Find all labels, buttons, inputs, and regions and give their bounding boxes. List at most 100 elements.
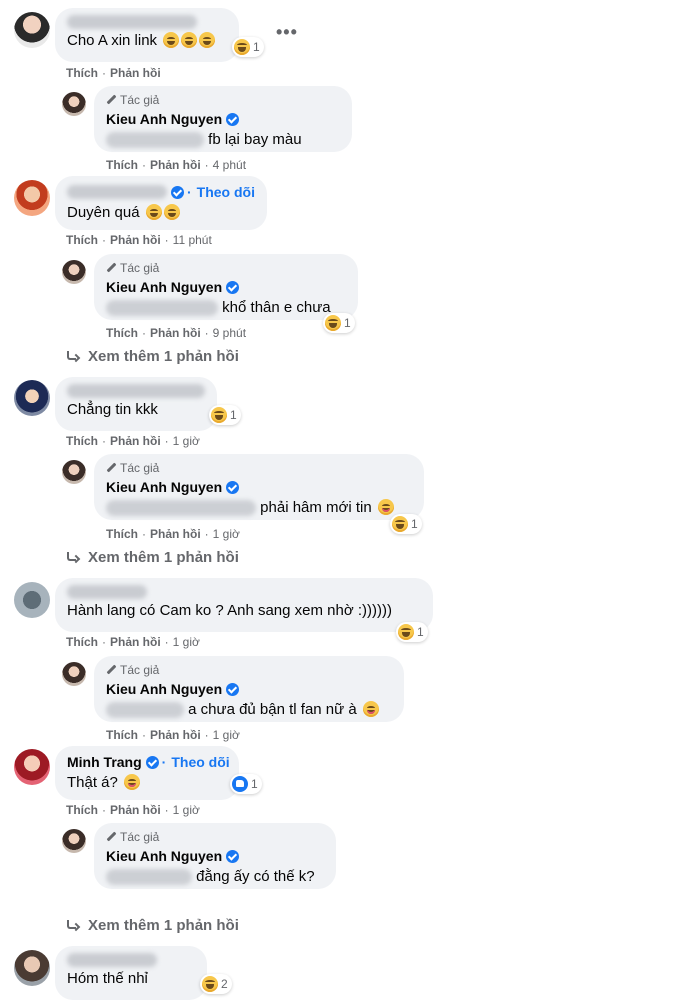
avatar[interactable]: [14, 749, 50, 785]
comment-text: Hóm thế nhỉ: [67, 970, 148, 987]
comment-bubble: Cho A xin link: [55, 8, 239, 62]
avatar[interactable]: [14, 380, 50, 416]
timestamp[interactable]: 11 phút: [173, 233, 212, 247]
redacted-name: [67, 953, 157, 967]
author-name[interactable]: Kieu Anh Nguyen: [106, 110, 222, 128]
like-button[interactable]: Thích: [106, 527, 138, 541]
tongue-emoji-icon: [362, 701, 379, 717]
see-more-replies[interactable]: Xem thêm 1 phản hồi: [66, 917, 239, 934]
pen-icon: [106, 463, 116, 473]
smile-emoji-icon: [181, 32, 198, 48]
author-name[interactable]: Kieu Anh Nguyen: [106, 478, 222, 496]
redacted-mention: [106, 869, 192, 886]
comment-text: Duyên quá: [67, 204, 140, 221]
avatar[interactable]: [62, 460, 86, 484]
timestamp[interactable]: 9 phút: [213, 326, 246, 340]
redacted-mention: [106, 500, 256, 517]
reply-bubble: Tác giả Kieu Anh Nguyen khổ thân e chưa: [94, 254, 358, 320]
avatar[interactable]: [14, 180, 50, 216]
comment-actions: Thích · Phản hồi · 1 giờ: [106, 527, 240, 541]
see-more-replies[interactable]: Xem thêm 1 phản hồi: [66, 348, 239, 365]
avatar[interactable]: [14, 950, 50, 986]
like-button[interactable]: Thích: [66, 66, 98, 80]
like-button[interactable]: Thích: [66, 635, 98, 649]
author-name[interactable]: Minh Trang: [67, 753, 142, 771]
author-name[interactable]: Kieu Anh Nguyen: [106, 680, 222, 698]
redacted-mention: [106, 132, 204, 149]
redacted-name: [67, 384, 205, 398]
reply-button[interactable]: Phản hồi: [110, 434, 161, 448]
reply-bubble: Tác giả Kieu Anh Nguyen phải hâm mới tin: [94, 454, 424, 520]
follow-button[interactable]: Theo dõi: [197, 183, 255, 201]
like-button[interactable]: Thích: [106, 728, 138, 742]
reply-arrow-icon: [66, 350, 80, 363]
timestamp[interactable]: 1 giờ: [213, 728, 240, 742]
see-more-replies[interactable]: Xem thêm 1 phản hồi: [66, 549, 239, 566]
comment-text: Hành lang có Cam ko ? Anh sang xem nhờ :…: [67, 602, 392, 619]
author-name[interactable]: Kieu Anh Nguyen: [106, 847, 222, 865]
redacted-mention: [106, 702, 184, 719]
reply-button[interactable]: Phản hồi: [150, 728, 201, 742]
smile-emoji-icon: [163, 204, 180, 220]
avatar[interactable]: [62, 92, 86, 116]
reply-button[interactable]: Phản hồi: [110, 635, 161, 649]
comment-bubble: Hành lang có Cam ko ? Anh sang xem nhờ :…: [55, 578, 433, 632]
like-button[interactable]: Thích: [66, 434, 98, 448]
smile-emoji-icon: [199, 32, 216, 48]
haha-reaction-icon: [202, 976, 218, 992]
reply-bubble: Tác giả Kieu Anh Nguyen a chưa đủ bận tl…: [94, 656, 404, 722]
timestamp[interactable]: 1 giờ: [173, 434, 200, 448]
reply-button[interactable]: Phản hồi: [150, 326, 201, 340]
comment-actions: Thích · Phản hồi · 9 phút: [106, 326, 247, 340]
like-button[interactable]: Thích: [66, 233, 98, 247]
avatar[interactable]: [62, 260, 86, 284]
reply-button[interactable]: Phản hồi: [110, 803, 161, 817]
timestamp[interactable]: 1 giờ: [173, 803, 200, 817]
reaction-count[interactable]: 1: [390, 514, 422, 534]
avatar[interactable]: [14, 582, 50, 618]
reply-bubble: Tác giả Kieu Anh Nguyen fb lại bay màu: [94, 86, 352, 152]
avatar[interactable]: [62, 662, 86, 686]
like-button[interactable]: Thích: [106, 158, 138, 172]
reaction-count[interactable]: 2: [200, 974, 232, 994]
author-name[interactable]: Kieu Anh Nguyen: [106, 278, 222, 296]
more-dots-icon[interactable]: •••: [276, 22, 298, 43]
reply-button[interactable]: Phản hồi: [150, 158, 201, 172]
comment-bubble: · Theo dõi Duyên quá: [55, 176, 267, 230]
comment-text: fb lại bay màu: [208, 131, 302, 148]
comment-actions: Thích · Phản hồi · 1 giờ: [66, 635, 200, 649]
timestamp[interactable]: 1 giờ: [173, 635, 200, 649]
like-button[interactable]: Thích: [106, 326, 138, 340]
timestamp[interactable]: 4 phút: [213, 158, 246, 172]
comment-text: Cho A xin link: [67, 32, 158, 49]
reaction-count[interactable]: 1: [396, 622, 428, 642]
reply-button[interactable]: Phản hồi: [110, 233, 161, 247]
smile-emoji-icon: [163, 32, 180, 48]
like-button[interactable]: Thích: [66, 803, 98, 817]
haha-reaction-icon: [392, 516, 408, 532]
reaction-count[interactable]: 1: [230, 774, 262, 794]
verified-icon: [171, 185, 184, 199]
like-reaction-icon: [232, 776, 248, 792]
avatar[interactable]: [62, 829, 86, 853]
pen-icon: [106, 832, 116, 842]
reaction-count[interactable]: 1: [232, 37, 264, 57]
redacted-mention: [106, 300, 218, 317]
haha-reaction-icon: [211, 407, 227, 423]
reply-button[interactable]: Phản hồi: [110, 66, 161, 80]
comment-actions: Thích · Phản hồi · 4 phút: [106, 158, 247, 172]
smile-emoji-icon: [145, 204, 162, 220]
avatar[interactable]: [14, 12, 50, 48]
reply-bubble: Tác giả Kieu Anh Nguyen đằng ấy có thế k…: [94, 823, 336, 889]
comment-bubble: Minh Trang · Theo dõi Thật á?: [55, 746, 239, 800]
reply-button[interactable]: Phản hồi: [150, 527, 201, 541]
haha-reaction-icon: [398, 624, 414, 640]
author-badge: Tác giả: [106, 830, 324, 844]
comment-actions: Thích · Phản hồi: [66, 66, 161, 80]
reaction-count[interactable]: 1: [209, 405, 241, 425]
comment-actions: Thích · Phản hồi · 11 phút: [66, 233, 212, 247]
follow-button[interactable]: Theo dõi: [171, 753, 229, 771]
comment-text: a chưa đủ bận tl fan nữ à: [188, 701, 357, 718]
timestamp[interactable]: 1 giờ: [213, 527, 240, 541]
reaction-count[interactable]: 1: [323, 313, 355, 333]
